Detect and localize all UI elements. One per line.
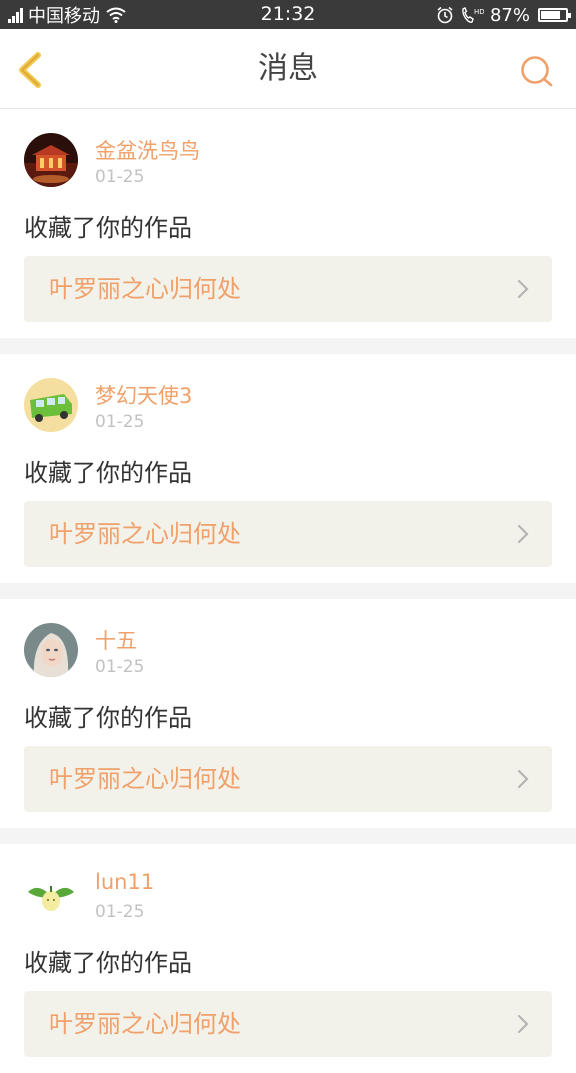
work-title: 叶罗丽之心归何处	[49, 275, 241, 303]
avatar[interactable]	[24, 868, 78, 922]
action-text: 收藏了你的作品	[24, 459, 192, 487]
chevron-right-icon	[517, 769, 529, 789]
work-link[interactable]: 叶罗丽之心归何处	[24, 991, 552, 1057]
work-link[interactable]: 叶罗丽之心归何处	[24, 501, 552, 567]
chevron-right-icon	[517, 524, 529, 544]
action-text: 收藏了你的作品	[24, 704, 192, 732]
work-title: 叶罗丽之心归何处	[49, 1010, 241, 1038]
message-date: 01-25	[95, 167, 145, 187]
work-title: 叶罗丽之心归何处	[49, 765, 241, 793]
username[interactable]: 金盆洗鸟鸟	[95, 135, 200, 165]
page-title: 消息	[258, 51, 318, 86]
message-date: 01-25	[95, 657, 145, 677]
svg-text:HD: HD	[474, 8, 484, 16]
status-bar: 中国移动 21:32 HD 87%	[0, 0, 576, 29]
message-date: 01-25	[95, 412, 145, 432]
avatar[interactable]	[24, 378, 78, 432]
nav-header: 消息	[0, 29, 576, 109]
chevron-right-icon	[517, 1014, 529, 1034]
message-item: 十五 01-25 收藏了你的作品 叶罗丽之心归何处	[0, 599, 576, 828]
message-item: lun11 01-25 收藏了你的作品 叶罗丽之心归何处	[0, 844, 576, 1073]
work-link[interactable]: 叶罗丽之心归何处	[24, 746, 552, 812]
username[interactable]: 十五	[95, 625, 137, 655]
work-link[interactable]: 叶罗丽之心归何处	[24, 256, 552, 322]
battery-percent: 87%	[489, 4, 530, 26]
battery-icon	[538, 8, 571, 22]
message-item: 梦幻天使3 01-25 收藏了你的作品 叶罗丽之心归何处	[0, 354, 576, 583]
divider	[0, 338, 576, 354]
search-button[interactable]	[518, 53, 556, 91]
message-date: 01-25	[95, 902, 145, 922]
battery-level	[541, 11, 561, 19]
message-item: 金盆洗鸟鸟 01-25 收藏了你的作品 叶罗丽之心归何处	[0, 109, 576, 338]
chevron-right-icon	[517, 279, 529, 299]
username[interactable]: 梦幻天使3	[95, 380, 192, 410]
status-right: HD 87%	[436, 3, 571, 27]
action-text: 收藏了你的作品	[24, 949, 192, 977]
hd-call-icon: HD	[462, 7, 484, 24]
search-icon	[521, 56, 553, 87]
username[interactable]: lun11	[95, 870, 154, 894]
avatar[interactable]	[24, 623, 78, 677]
divider	[0, 583, 576, 599]
message-list: 金盆洗鸟鸟 01-25 收藏了你的作品 叶罗丽之心归何处 梦幻天使3 01-25…	[0, 109, 576, 1073]
divider	[0, 828, 576, 844]
action-text: 收藏了你的作品	[24, 214, 192, 242]
avatar[interactable]	[24, 133, 78, 187]
work-title: 叶罗丽之心归何处	[49, 520, 241, 548]
alarm-icon	[437, 6, 453, 24]
